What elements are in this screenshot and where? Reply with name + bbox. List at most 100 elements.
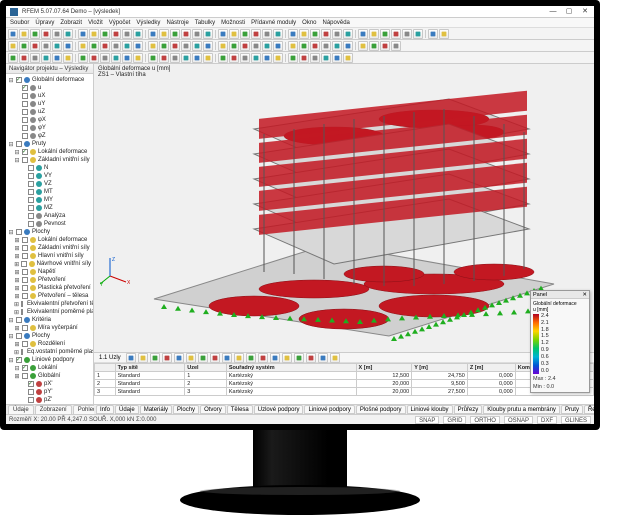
toolbar-button[interactable]	[41, 41, 51, 51]
tree-item[interactable]: φZ	[8, 132, 91, 140]
menu-tabulky[interactable]: Tabulky	[195, 20, 215, 26]
toolbar-button[interactable]	[240, 29, 250, 39]
tree-item[interactable]: ⊟Pruty	[8, 140, 91, 148]
tree-item[interactable]: ⊞Lokální deformace	[8, 236, 91, 244]
table-toolbar-button[interactable]	[126, 353, 136, 363]
toolbar-button[interactable]	[343, 53, 353, 63]
tree-item[interactable]: uX	[8, 92, 91, 100]
toolbar-button[interactable]	[402, 29, 412, 39]
toolbar-button[interactable]	[229, 29, 239, 39]
status-grid[interactable]: GRID	[443, 416, 466, 424]
close-button[interactable]: ✕	[580, 8, 590, 16]
table-header[interactable]	[95, 364, 116, 372]
toolbar-button[interactable]	[63, 41, 73, 51]
toolbar-button[interactable]	[122, 29, 132, 39]
toolbar-button[interactable]	[251, 29, 261, 39]
bottom-tab[interactable]: Uzlové podpory	[254, 405, 304, 414]
toolbar-button[interactable]	[321, 53, 331, 63]
table-toolbar-button[interactable]	[282, 353, 292, 363]
table-header[interactable]: Typ sítě	[115, 364, 185, 372]
toolbar-button[interactable]	[30, 41, 40, 51]
toolbar-button[interactable]	[273, 41, 283, 51]
tree-item[interactable]: ⊞Hlavní vnitřní síly	[8, 252, 91, 260]
toolbar-button[interactable]	[89, 53, 99, 63]
tree-item[interactable]: ⊟Lokální	[8, 364, 91, 372]
bottom-tab[interactable]: Tělesa	[227, 405, 253, 414]
tree-item[interactable]: pX'	[8, 380, 91, 388]
bottom-tab[interactable]: Otvory	[200, 405, 226, 414]
tree-item[interactable]: VY	[8, 172, 91, 180]
table-toolbar-button[interactable]	[294, 353, 304, 363]
toolbar-button[interactable]	[391, 29, 401, 39]
tree-item[interactable]: Analýza	[8, 212, 91, 220]
toolbar-button[interactable]	[63, 29, 73, 39]
viewport-3d[interactable]: Globální deformace u [mm] ZS1 – Vlastní …	[94, 64, 594, 352]
tree-item[interactable]: ⊞Přetvoření	[8, 276, 91, 284]
toolbar-button[interactable]	[19, 53, 29, 63]
toolbar-button[interactable]	[100, 53, 110, 63]
toolbar-button[interactable]	[428, 29, 438, 39]
toolbar-button[interactable]	[299, 53, 309, 63]
tree-item[interactable]: φX	[8, 116, 91, 124]
menu-možnosti[interactable]: Možnosti	[221, 20, 245, 26]
toolbar-button[interactable]	[89, 41, 99, 51]
tree-item[interactable]: ⊟Plochy	[8, 228, 91, 236]
bottom-tab[interactable]: Klouby prutu a membrány	[483, 405, 560, 414]
toolbar-button[interactable]	[19, 41, 29, 51]
menu-nápověda[interactable]: Nápověda	[323, 20, 350, 26]
toolbar-button[interactable]	[332, 53, 342, 63]
toolbar-button[interactable]	[358, 41, 368, 51]
toolbar-button[interactable]	[111, 53, 121, 63]
bottom-tab[interactable]: Průřezy	[454, 405, 483, 414]
bottom-tab[interactable]: Řezadla na koncích prutu	[584, 405, 594, 414]
toolbar-button[interactable]	[310, 53, 320, 63]
tree-item[interactable]: uZ	[8, 108, 91, 116]
menu-úpravy[interactable]: Úpravy	[35, 20, 54, 26]
tree-item[interactable]: ⊞Základní vnitřní síly	[8, 244, 91, 252]
tree-item[interactable]: ⊞Míra vyčerpání	[8, 324, 91, 332]
toolbar-button[interactable]	[148, 53, 158, 63]
toolbar-button[interactable]	[262, 41, 272, 51]
tree-item[interactable]: ⊞Globální	[8, 372, 91, 380]
table-toolbar-button[interactable]	[318, 353, 328, 363]
toolbar-button[interactable]	[369, 41, 379, 51]
toolbar-button[interactable]	[181, 53, 191, 63]
toolbar-button[interactable]	[181, 29, 191, 39]
toolbar-button[interactable]	[170, 41, 180, 51]
toolbar-button[interactable]	[310, 29, 320, 39]
tree-item[interactable]: MY	[8, 196, 91, 204]
toolbar-button[interactable]	[273, 29, 283, 39]
toolbar-button[interactable]	[41, 53, 51, 63]
bottom-tab[interactable]: Plošné podpory	[356, 405, 406, 414]
table-row[interactable]: 2Standard2Kartézský20,0009,5000,000	[95, 380, 594, 388]
toolbar-button[interactable]	[218, 41, 228, 51]
toolbar-button[interactable]	[369, 29, 379, 39]
table-toolbar-button[interactable]	[330, 353, 340, 363]
tree-item[interactable]: ⊞Ekvivalentní přetvoření tělesa	[8, 300, 91, 308]
tree-item[interactable]: ⊞Rozdělení	[8, 340, 91, 348]
toolbar-button[interactable]	[19, 29, 29, 39]
toolbar-button[interactable]	[288, 41, 298, 51]
results-table[interactable]: Typ sítěUzelSouřadný systémX [m]Y [m]Z […	[94, 363, 594, 404]
legend-close-icon[interactable]: ✕	[582, 291, 587, 299]
toolbar-button[interactable]	[288, 53, 298, 63]
toolbar-button[interactable]	[52, 29, 62, 39]
status-snap[interactable]: SNAP	[415, 416, 439, 424]
menu-výpočet[interactable]: Výpočet	[109, 20, 131, 26]
toolbar-button[interactable]	[159, 53, 169, 63]
toolbar-button[interactable]	[299, 29, 309, 39]
toolbar-button[interactable]	[310, 41, 320, 51]
tree-item[interactable]: φY	[8, 124, 91, 132]
table-toolbar-button[interactable]	[198, 353, 208, 363]
toolbar-button[interactable]	[133, 29, 143, 39]
tree-item[interactable]: ⊞Ekvivalentní poměrné plastické	[8, 308, 91, 316]
bottom-tab[interactable]: Liniové podpory	[304, 405, 354, 414]
toolbar-button[interactable]	[8, 29, 18, 39]
table-row[interactable]: 3Standard3Kartézský20,00027,5000,000	[95, 388, 594, 396]
tree-item[interactable]: ⊞Napětí	[8, 268, 91, 276]
table-header[interactable]: X [m]	[356, 364, 412, 372]
toolbar-button[interactable]	[240, 53, 250, 63]
status-osnap[interactable]: OSNAP	[504, 416, 533, 424]
table-row[interactable]: 1Standard1Kartézský12,50024,7500,000	[95, 372, 594, 380]
tree-item[interactable]: ⊟Globální deformace	[8, 76, 91, 84]
